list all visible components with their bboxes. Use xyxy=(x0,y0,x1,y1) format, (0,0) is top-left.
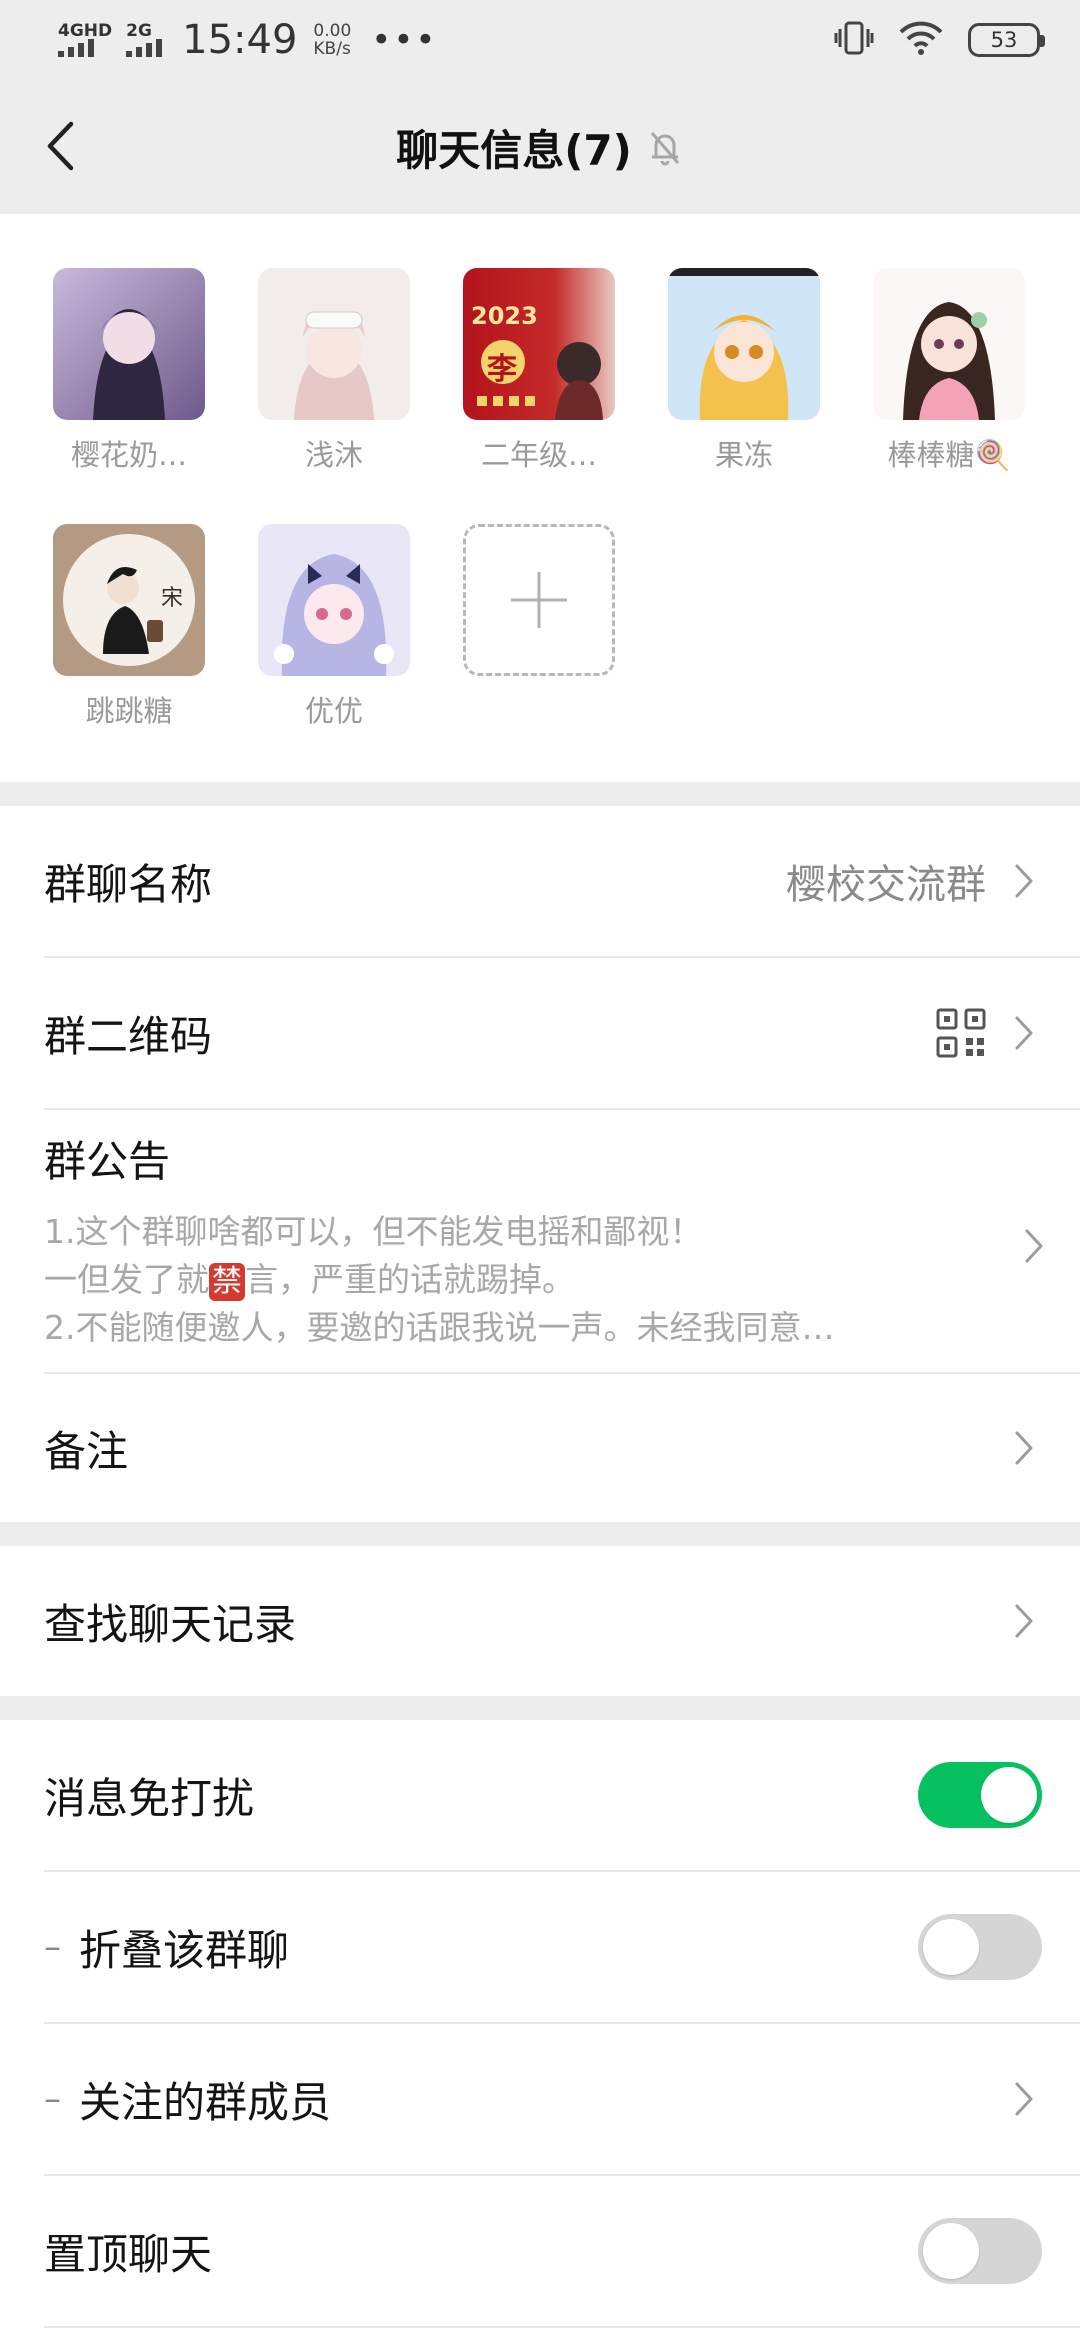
member-name: 果冻 xyxy=(714,438,773,472)
network-speed-value: 0.00 xyxy=(313,21,352,41)
member-item[interactable]: 优优 xyxy=(258,524,410,730)
network-speed-unit: KB/s xyxy=(313,39,351,59)
pin-toggle[interactable] xyxy=(918,2218,1042,2284)
back-button[interactable] xyxy=(30,114,90,178)
search-history-label: 查找聊天记录 xyxy=(44,1599,297,1649)
chevron-right-icon xyxy=(1012,2079,1036,2119)
member-item[interactable]: 果冻 xyxy=(668,268,820,474)
dash-icon: – xyxy=(44,1927,61,1967)
vibrate-icon xyxy=(834,19,874,61)
mute-row: 消息免打扰 xyxy=(0,1720,1080,1870)
avatar: 2023 李 xyxy=(463,268,615,420)
toggle-knob xyxy=(981,1767,1037,1823)
member-item[interactable]: 棒棒糖🍭 xyxy=(873,268,1025,474)
member-item[interactable]: 浅沐 xyxy=(258,268,410,474)
members-section: 樱花奶… 浅沐 2023 李 二年级… 果冻 棒棒糖🍭 宋 跳跳糖 优优 xyxy=(0,214,1080,782)
chevron-right-icon xyxy=(1022,1226,1046,1266)
toggle-knob xyxy=(923,2223,979,2279)
battery-level: 53 xyxy=(990,28,1018,52)
qr-code-icon xyxy=(936,1008,986,1058)
nav-bar: 聊天信息(7) xyxy=(0,80,1080,214)
member-name: 优优 xyxy=(304,694,363,728)
avatar xyxy=(668,268,820,420)
member-item[interactable]: 2023 李 二年级… xyxy=(463,268,615,474)
divider xyxy=(44,2326,1080,2328)
bell-off-icon xyxy=(650,132,679,166)
search-history-section: 查找聊天记录 xyxy=(0,1546,1080,1696)
group-name-row[interactable]: 群聊名称 樱校交流群 xyxy=(0,806,1080,956)
avatar-caption: 宋 xyxy=(161,586,184,611)
remark-label: 备注 xyxy=(44,1426,129,1476)
member-item[interactable]: 樱花奶… xyxy=(53,268,205,474)
status-bar: 4GHD 2G 15:49 0.00 KB/s ••• 53 xyxy=(0,0,1080,80)
avatar-caption: 2023 xyxy=(471,302,538,330)
avatar xyxy=(53,268,205,420)
fold-toggle[interactable] xyxy=(918,1914,1042,1980)
network-type-2: 2G xyxy=(126,21,152,41)
search-history-row[interactable]: 查找聊天记录 xyxy=(0,1546,1080,1696)
remark-row[interactable]: 备注 xyxy=(0,1374,1080,1522)
avatar-caption: 李 xyxy=(487,352,517,387)
chevron-left-icon xyxy=(47,121,74,171)
avatar xyxy=(873,268,1025,420)
member-name: 二年级… xyxy=(480,438,597,472)
add-member-button[interactable] xyxy=(463,524,615,676)
member-name: 棒棒糖🍭 xyxy=(887,438,1011,472)
toggle-knob xyxy=(923,1919,979,1975)
pin-row: 置顶聊天 xyxy=(0,2176,1080,2326)
member-name: 浅沐 xyxy=(304,438,363,472)
chevron-right-icon xyxy=(1012,1013,1036,1053)
followed-members-row[interactable]: – 关注的群成员 xyxy=(0,2024,1080,2174)
signal-indicator-1: 4GHD xyxy=(58,23,112,57)
group-name-value: 樱校交流群 xyxy=(786,862,986,908)
fold-row: – 折叠该群聊 xyxy=(0,1872,1080,2022)
clock: 15:49 xyxy=(182,17,298,63)
network-type-1: 4GHD xyxy=(58,21,113,41)
mute-label: 消息免打扰 xyxy=(44,1773,255,1823)
group-qr-label: 群二维码 xyxy=(44,1011,213,1061)
notice-line: 1.这个群聊啥都可以，但不能发电摇和鄙视！ xyxy=(44,1212,703,1251)
notice-line-text: 言，严重的话就踢掉。 xyxy=(245,1260,575,1299)
signal-indicator-2: 2G xyxy=(126,21,163,57)
dash-icon: – xyxy=(44,2079,61,2119)
group-notice-label: 群公告 xyxy=(44,1137,171,1186)
notice-line: 一但发了就 禁言，严重的话就踢掉。 xyxy=(44,1256,984,1304)
signal-bars-icon xyxy=(58,39,94,57)
member-name: 跳跳糖 xyxy=(85,694,173,728)
group-qr-row[interactable]: 群二维码 xyxy=(0,958,1080,1108)
avatar xyxy=(258,268,410,420)
group-name-label: 群聊名称 xyxy=(44,859,213,909)
wifi-icon xyxy=(898,20,944,60)
followed-members-label: 关注的群成员 xyxy=(79,2077,332,2127)
member-name: 樱花奶… xyxy=(70,438,187,472)
notice-line-text: 一但发了就 xyxy=(44,1260,209,1299)
signal-bars-icon xyxy=(126,39,163,57)
group-settings-section: 群聊名称 樱校交流群 群二维码 群公告 1.这个群聊啥都可以，但不能发电摇和鄙视… xyxy=(0,806,1080,1522)
page-title: 聊天信息(7) xyxy=(396,125,632,175)
group-notice-text: 1.这个群聊啥都可以，但不能发电摇和鄙视！ 一但发了就 禁言，严重的话就踢掉。 2… xyxy=(44,1208,984,1352)
network-speed: 0.00 KB/s xyxy=(313,22,351,58)
group-notice-row[interactable]: 群公告 1.这个群聊啥都可以，但不能发电摇和鄙视！ 一但发了就 禁言，严重的话就踢… xyxy=(0,1110,1080,1372)
battery-indicator: 53 xyxy=(968,23,1045,57)
plus-icon xyxy=(511,572,567,628)
chevron-right-icon xyxy=(1012,1428,1036,1468)
message-settings-section: 消息免打扰 – 折叠该群聊 – 关注的群成员 置顶聊天 xyxy=(0,1720,1080,2340)
pin-label: 置顶聊天 xyxy=(44,2229,213,2279)
ban-emoji: 禁 xyxy=(209,1262,245,1301)
member-item[interactable]: 宋 跳跳糖 xyxy=(53,524,205,730)
mute-toggle[interactable] xyxy=(918,1762,1042,1828)
avatar: 宋 xyxy=(53,524,205,676)
chevron-right-icon xyxy=(1012,1601,1036,1641)
chat-info-screen: 4GHD 2G 15:49 0.00 KB/s ••• 53 聊天信息(7) 樱… xyxy=(0,0,1080,2340)
chevron-right-icon xyxy=(1012,861,1036,901)
fold-label: 折叠该群聊 xyxy=(79,1925,290,1975)
more-notifications: ••• xyxy=(371,20,438,60)
avatar xyxy=(258,524,410,676)
notice-line: 2.不能随便邀人，要邀的话跟我说一声。未经我同意… xyxy=(44,1308,835,1347)
